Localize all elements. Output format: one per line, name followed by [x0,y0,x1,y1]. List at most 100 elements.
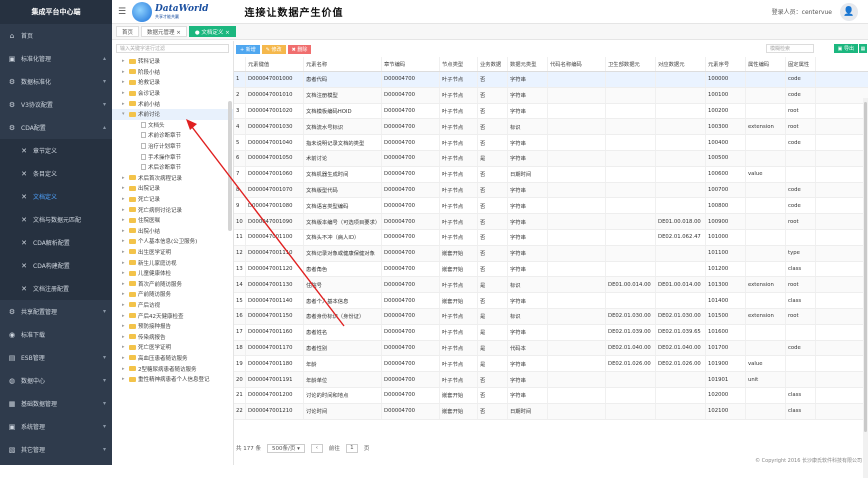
tree-node[interactable]: 治疗计划章节 [112,141,233,152]
table-row[interactable]: 3 D000047001020 文档模板编码HOID D00004700 叶子节点否字符… [234,103,868,120]
tree-node[interactable]: 手术操作章节 [112,151,233,162]
table-row[interactable]: 10 D000047001090 文档版本编号（可选项目要求） D00004700 叶子… [234,214,868,230]
expand-arrow-icon[interactable]: ▸ [122,207,127,213]
expand-arrow-icon[interactable]: ▾ [122,111,127,117]
tree-node[interactable]: ▾ 术前讨论 [112,108,233,120]
expand-arrow-icon[interactable]: ▸ [122,58,127,64]
sidebar-item-1[interactable]: ▣ 标准化管理 ▴ [0,47,112,70]
tree-node[interactable]: ▸ 2型糖尿病患者随访服务 [112,363,233,374]
expand-arrow-icon[interactable]: ▸ [122,228,127,234]
column-header[interactable]: 章节编码 [382,57,440,71]
tree-node[interactable]: ▸ 传染病报告 [112,331,233,342]
table-search-input[interactable]: 模糊检索 [766,44,814,53]
prev-page-button[interactable]: ‹ [310,443,323,453]
tree-node[interactable]: ▸ 住院医嘱 [112,215,233,226]
tree-node[interactable]: 术前诊断章节 [112,130,233,141]
table-row[interactable]: 20 D000047001191 年龄单位 D00004700 叶子节点否字符串 1019… [234,372,868,388]
column-header[interactable]: 代码名称编码 [548,57,606,71]
sidebar-item-6[interactable]: ✕ 条目定义 [0,162,112,185]
sidebar-item-8[interactable]: ✕ 文档与数据元匹配 [0,208,112,231]
tree-node[interactable]: ▸ 出院记录 [112,183,233,194]
tree-node[interactable]: ▸ 儿童健康体检 [112,268,233,279]
tree-node[interactable]: ▸ 高血压患者随访服务 [112,353,233,364]
tree-node[interactable]: ▸ 阶段小结 [112,67,233,78]
expand-arrow-icon[interactable]: ▸ [122,376,127,382]
expand-arrow-icon[interactable]: ▸ [122,281,127,287]
table-row[interactable]: 19 D000047001180 年龄 D00004700 叶子节点是字符串 DE02.0… [234,356,868,373]
tab-2[interactable]: ● 文档定义 × [188,26,236,37]
expand-arrow-icon[interactable]: ▸ [122,101,127,107]
tree-node[interactable]: ▸ 首次产前随访服务 [112,278,233,289]
tree-search-input[interactable]: 输入关键字进行过滤 [116,44,229,53]
sidebar-item-15[interactable]: ◍ 数据中心 ▾ [0,369,112,392]
expand-arrow-icon[interactable]: ▸ [122,196,127,202]
page-input[interactable]: 1 [345,443,358,453]
table-scroll-thumb[interactable] [864,102,867,432]
page-size-select[interactable]: 500条/页 ▾ [267,443,305,453]
table-row[interactable]: 7 D000047001060 文档机器生成时间 D00004700 叶子节点否日期时间… [234,166,868,183]
expand-arrow-icon[interactable]: ▸ [122,69,127,75]
expand-arrow-icon[interactable]: ▸ [122,90,127,96]
avatar[interactable]: 👤 [840,3,858,21]
expand-arrow-icon[interactable]: ▸ [122,185,127,191]
expand-arrow-icon[interactable]: ▸ [122,302,127,308]
expand-arrow-icon[interactable]: ▸ [122,238,127,244]
expand-arrow-icon[interactable]: ▸ [122,270,127,276]
tree-node[interactable]: ▸ 死亡病例讨论记录 [112,204,233,215]
column-header[interactable]: 数据元类型 [508,57,548,71]
expand-arrow-icon[interactable]: ▸ [122,355,127,361]
tab-1[interactable]: 数据元管理 × [141,26,187,37]
expand-arrow-icon[interactable]: ▸ [122,217,127,223]
sidebar-item-17[interactable]: ▣ 系统管理 ▾ [0,415,112,438]
expand-arrow-icon[interactable]: ▸ [122,249,127,255]
tree-node[interactable]: 文档头 [112,120,233,131]
table-row[interactable]: 5 D000047001040 指未说明记录文档的类型 D00004700 叶子节点否字… [234,135,868,151]
tree-scrollbar[interactable] [228,101,232,231]
table-row[interactable]: 9 D000047001080 文档语言类型编码 D00004700 叶子节点否字符串 1… [234,198,868,215]
table-row[interactable]: 6 D000047001050 术前讨论 D00004700 叶子节点是字符串 10050… [234,150,868,167]
sidebar-item-5[interactable]: ✕ 章节定义 [0,139,112,162]
expand-arrow-icon[interactable]: ▸ [122,313,127,319]
tree-node[interactable]: 术后诊断章节 [112,162,233,173]
table-row[interactable]: 4 D000047001030 文档流水号标识 D00004700 叶子节点否标识 100… [234,119,868,136]
column-header[interactable]: 业务数据 [478,57,508,71]
column-header[interactable]: 固定属性 [786,57,816,71]
export-button[interactable]: ▣ 导出 [833,44,858,53]
edit-button[interactable]: ✎ 修改 [261,44,286,54]
tree-node[interactable]: ▸ 死亡记录 [112,194,233,205]
table-row[interactable]: 2 D000047001010 文档注册模型 D00004700 叶子节点否字符串 100… [234,87,868,104]
expand-arrow-icon[interactable]: ▸ [122,260,127,266]
table-row[interactable]: 17 D000047001160 患者姓名 D00004700 叶子节点是字符串 DE02… [234,324,868,341]
table-row[interactable]: 12 D000047001110 文档记录对象或健康保健对象 D00004700 嵌套开… [234,245,868,262]
column-header[interactable]: 卫生部数据元 [606,57,656,71]
table-row[interactable]: 14 D000047001130 住院号 D00004700 叶子节点是标识 DE01.0… [234,277,868,294]
expand-arrow-icon[interactable]: ▸ [122,366,127,372]
expand-arrow-icon[interactable]: ▸ [122,175,127,181]
tree-node[interactable]: ▸ 抢救记录 [112,77,233,88]
table-row[interactable]: 18 D000047001170 患者性别 D00004700 叶子节点是代码本 DE02… [234,340,868,357]
column-header[interactable]: 元素名称 [304,57,382,71]
tree-node[interactable]: ▸ 重性精神病患者个人信息登记 [112,374,233,385]
table-row[interactable]: 21 D000047001200 讨论的时间和地点 D00004700 嵌套开始否字符串… [234,387,868,404]
sidebar-item-10[interactable]: ✕ CDA构建配置 [0,254,112,277]
table-row[interactable]: 11 D000047001100 文档头不冲（病人ID） D00004700 叶子节点否… [234,229,868,246]
tree-node[interactable]: ▸ 产后42天健康检查 [112,310,233,321]
sidebar-item-9[interactable]: ✕ CDA解析配置 [0,231,112,254]
tree-node[interactable]: ▸ 个人基本信息(公卫服务) [112,236,233,247]
sidebar-item-3[interactable]: ⚙ V3协议配置 ▾ [0,93,112,116]
sidebar-item-14[interactable]: ▤ ESB管理 ▾ [0,346,112,369]
tree-node[interactable]: ▸ 会诊记录 [112,88,233,99]
table-row[interactable]: 13 D000047001120 患者角色 D00004700 嵌套开始否字符串 1012… [234,261,868,278]
table-row[interactable]: 15 D000047001140 患者个人基本信息 D00004700 嵌套开始否字符串… [234,293,868,309]
sidebar-item-12[interactable]: ⚙ 共享配置管理 ▾ [0,300,112,323]
column-header[interactable] [234,57,246,71]
tree-node[interactable]: ▸ 新生儿家庭访视 [112,257,233,268]
table-row[interactable]: 8 D000047001070 文档版型代码 D00004700 叶子节点否字符串 100… [234,182,868,199]
sidebar-item-2[interactable]: ⚙ 数据标准化 ▾ [0,70,112,93]
sidebar-item-4[interactable]: ⚙ CDA配置 ▴ [0,116,112,139]
sidebar-item-7[interactable]: ✕ 文档定义 [0,185,112,208]
user-label[interactable]: 登录人员：centervue [772,7,832,16]
column-header[interactable]: 元素序号 [706,57,746,71]
tree-node[interactable]: ▸ 出生医学证明 [112,247,233,258]
tree-node[interactable]: ▸ 预防接种报告 [112,321,233,332]
